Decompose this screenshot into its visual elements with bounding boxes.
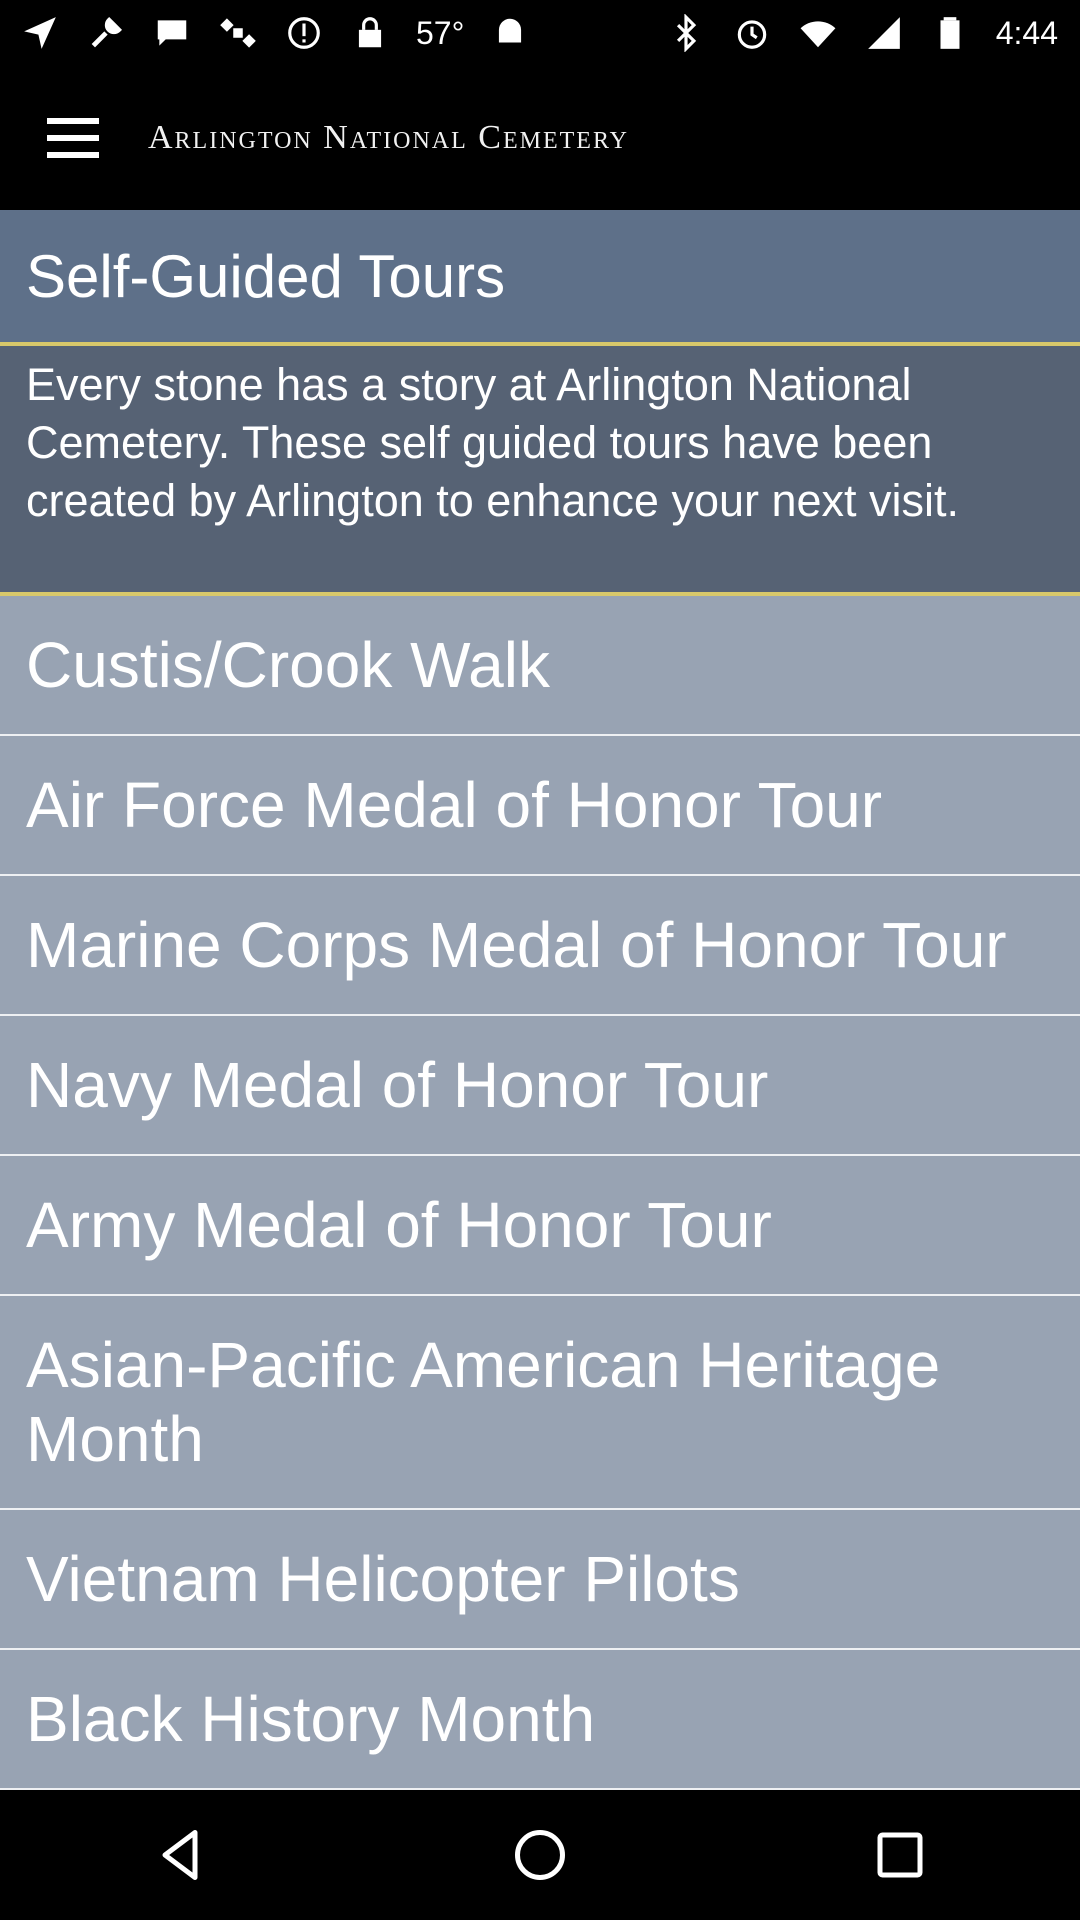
tour-item-asian-pacific-heritage[interactable]: Asian-Pacific American Heritage Month xyxy=(0,1296,1080,1510)
battery-icon xyxy=(930,13,970,53)
section-title: Self-Guided Tours xyxy=(0,210,1080,346)
app-bar: Arlington National Cemetery xyxy=(0,66,1080,210)
back-icon xyxy=(162,1830,198,1880)
tour-list-container[interactable]: Self-Guided Tours Every stone has a stor… xyxy=(0,210,1080,1790)
message-icon xyxy=(152,13,192,53)
home-button[interactable] xyxy=(480,1795,600,1915)
android-icon xyxy=(490,13,530,53)
recents-icon xyxy=(877,1832,923,1878)
wrench-icon xyxy=(86,13,126,53)
alert-icon xyxy=(284,13,324,53)
app-title: Arlington National Cemetery xyxy=(148,119,629,156)
section-description: Every stone has a story at Arlington Nat… xyxy=(0,346,1080,596)
back-button[interactable] xyxy=(120,1795,240,1915)
tour-item-navy-medal-of-honor[interactable]: Navy Medal of Honor Tour xyxy=(0,1016,1080,1156)
system-nav-bar xyxy=(0,1790,1080,1920)
tour-item-marine-corps-medal-of-honor[interactable]: Marine Corps Medal of Honor Tour xyxy=(0,876,1080,1016)
temperature-text: 57° xyxy=(416,14,465,51)
status-bar: 57° 4:44 xyxy=(0,0,1080,66)
recents-button[interactable] xyxy=(840,1795,960,1915)
tour-item-black-history-month[interactable]: Black History Month xyxy=(0,1650,1080,1790)
bluetooth-icon xyxy=(666,13,706,53)
status-left: 57° xyxy=(20,13,530,53)
satellite-icon xyxy=(218,13,258,53)
navigation-icon xyxy=(20,13,60,53)
tour-item-army-medal-of-honor[interactable]: Army Medal of Honor Tour xyxy=(0,1156,1080,1296)
status-right: 4:44 xyxy=(666,13,1058,53)
lock-icon xyxy=(350,13,390,53)
home-icon xyxy=(515,1830,565,1880)
tour-item-air-force-medal-of-honor[interactable]: Air Force Medal of Honor Tour xyxy=(0,736,1080,876)
wifi-icon xyxy=(798,13,838,53)
clock-text: 4:44 xyxy=(995,14,1058,51)
tour-item-vietnam-helicopter-pilots[interactable]: Vietnam Helicopter Pilots xyxy=(0,1510,1080,1650)
alarm-icon xyxy=(732,13,772,53)
menu-button[interactable] xyxy=(0,66,146,210)
tour-item-custis-crook-walk[interactable]: Custis/Crook Walk xyxy=(0,596,1080,736)
signal-icon xyxy=(864,13,904,53)
hamburger-menu-icon xyxy=(47,118,99,158)
